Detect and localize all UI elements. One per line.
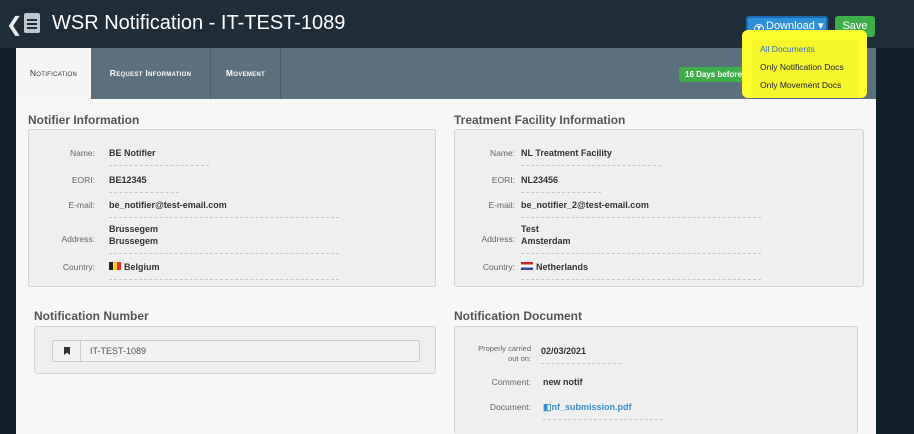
menu-item-all-documents[interactable]: All Documents (760, 44, 815, 54)
netherlands-flag-icon (521, 262, 533, 270)
notification-document-title: Notification Document (454, 309, 582, 323)
document-icon (24, 13, 40, 33)
pdf-file-icon: ◧ (543, 402, 552, 412)
comment-label: Comment: (491, 377, 531, 387)
notifier-address-label: Address: (61, 234, 95, 244)
facility-eori-label: EORI: (491, 175, 515, 185)
tab-movement[interactable]: Movement (211, 48, 281, 99)
facility-address-line-2: Amsterdam (521, 236, 761, 254)
facility-country-name: Netherlands (536, 262, 589, 272)
belgium-flag-icon (109, 262, 121, 270)
carried-label-line-2: out on: (508, 354, 531, 363)
tab-request-information[interactable]: Request Information (91, 48, 211, 99)
menu-item-only-notification-docs[interactable]: Only Notification Docs (760, 62, 844, 72)
carried-date: 02/03/2021 (541, 346, 621, 364)
notifier-country-name: Belgium (124, 262, 160, 272)
notifier-address-line-1: Brussegem (109, 224, 159, 234)
facility-address-label: Address: (481, 234, 515, 244)
notifier-name: BE Notifier (109, 148, 209, 166)
facility-eori: NL23456 (521, 175, 601, 193)
comment-value: new notif (543, 377, 583, 387)
facility-name: NL Treatment Facility (521, 148, 661, 166)
facility-email: be_notifier_2@test-email.com (521, 200, 761, 218)
bookmark-icon (53, 341, 81, 361)
notifier-eori-label: EORI: (71, 175, 95, 185)
notifier-name-label: Name: (69, 148, 95, 158)
notifier-email-label: E-mail: (68, 200, 95, 210)
notifier-address-line-2: Brussegem (109, 236, 339, 254)
facility-name-label: Name: (489, 148, 515, 158)
notification-document-panel: Properly carried out on: 02/03/2021 Comm… (454, 326, 858, 434)
page-title: WSR Notification - IT-TEST-1089 (52, 12, 346, 34)
notification-number-field: IT-TEST-1089 (52, 340, 420, 362)
facility-country: Netherlands (521, 262, 761, 280)
notifier-eori: BE12345 (109, 175, 179, 193)
facility-panel: Name: NL Treatment Facility EORI: NL2345… (454, 129, 864, 287)
tab-notification[interactable]: Notification (16, 48, 91, 99)
document-filename: nf_submission.pdf (551, 402, 632, 412)
facility-email-label: E-mail: (488, 200, 515, 210)
back-chevron-icon[interactable]: ❮ (6, 14, 23, 34)
document-link[interactable]: ◧nf_submission.pdf (543, 402, 663, 420)
carried-label-line-1: Properly carried (478, 344, 531, 353)
notifier-email: be_notifier@test-email.com (109, 200, 339, 218)
notifier-title: Notifier Information (28, 113, 140, 127)
app-window: ❮ WSR Notification - IT-TEST-1089 ▼ Downl… (0, 0, 914, 434)
document-label: Document: (489, 402, 531, 412)
notifier-country: Belgium (109, 262, 339, 280)
facility-address-line-1: Test (521, 224, 539, 234)
facility-country-label: Country: (482, 262, 515, 272)
notifier-panel: Name: BE Notifier EORI: BE12345 E-mail: … (28, 129, 436, 287)
notification-number-title: Notification Number (34, 309, 149, 323)
notification-number-value: IT-TEST-1089 (90, 346, 147, 356)
menu-item-only-movement-docs[interactable]: Only Movement Docs (760, 80, 841, 90)
facility-title: Treatment Facility Information (454, 113, 626, 127)
notifier-country-label: Country: (62, 262, 95, 272)
